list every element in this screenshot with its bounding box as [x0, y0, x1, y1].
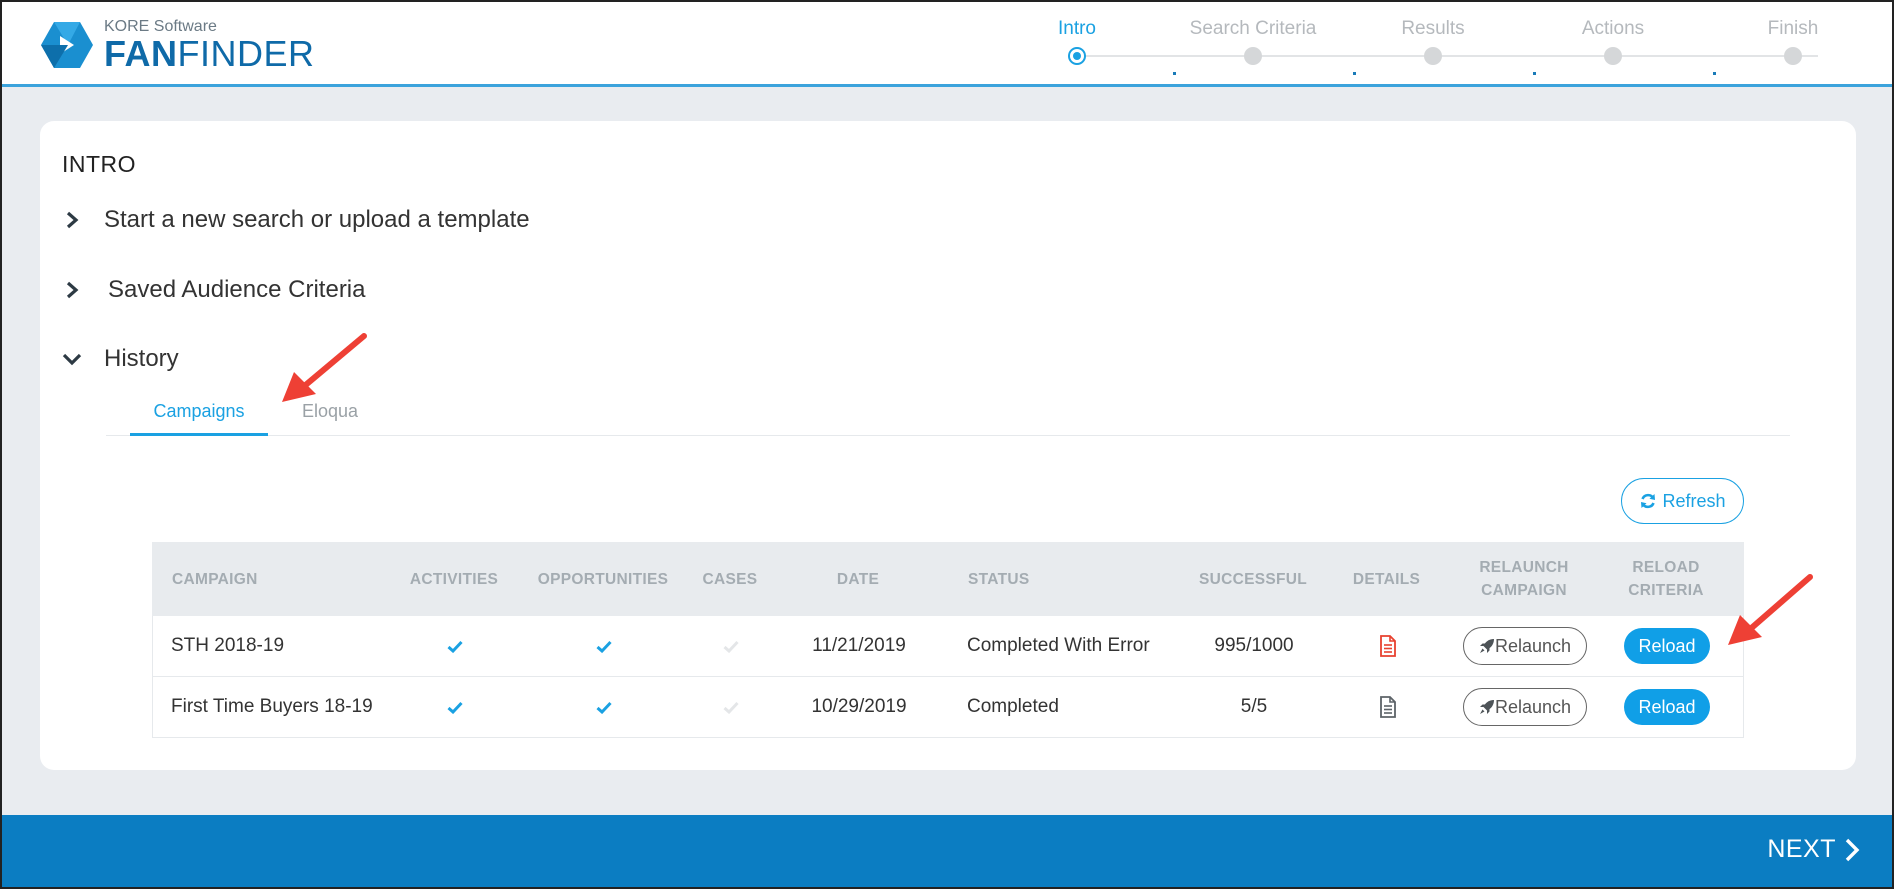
relaunch-cell: Relaunch	[1454, 677, 1596, 737]
step-dot	[1424, 47, 1442, 65]
table-header: CAMPAIGN ACTIVITIES OPPORTUNITIES CASES …	[152, 542, 1744, 616]
relaunch-button[interactable]: Relaunch	[1463, 627, 1587, 665]
step-dot	[1604, 47, 1622, 65]
rocket-icon	[1479, 639, 1494, 653]
step-tick	[1173, 72, 1176, 75]
cases-cell	[693, 616, 769, 676]
accordion-label: Start a new search or upload a template	[104, 206, 530, 233]
step-dot	[1068, 47, 1086, 65]
accordion-label: Saved Audience Criteria	[108, 276, 366, 303]
step-actions[interactable]: Actions	[1523, 18, 1703, 65]
refresh-label: Refresh	[1662, 490, 1726, 511]
campaign-history-table: CAMPAIGN ACTIVITIES OPPORTUNITIES CASES …	[152, 542, 1744, 738]
annotation-arrow-icon	[282, 333, 367, 402]
accordion-saved-criteria[interactable]: Saved Audience Criteria	[62, 276, 365, 304]
column-header: OPPORTUNITIES	[537, 570, 669, 588]
chevron-right-icon	[66, 281, 79, 299]
relaunch-cell: Relaunch	[1454, 616, 1596, 676]
next-button[interactable]: NEXT	[1767, 835, 1860, 864]
relaunch-button[interactable]: Relaunch	[1463, 688, 1587, 726]
relaunch-label: Relaunch	[1494, 696, 1572, 717]
logo-mark-icon	[41, 22, 93, 68]
check-icon	[447, 640, 463, 653]
check-disabled-icon	[723, 701, 739, 714]
refresh-button[interactable]: Refresh	[1621, 478, 1744, 524]
step-tick	[1533, 72, 1536, 75]
successful-cell: 995/1000	[1214, 635, 1294, 656]
column-header: DETAILS	[1352, 570, 1421, 588]
reload-button[interactable]: Reload	[1624, 628, 1710, 664]
wizard-stepper: Intro Search Criteria Results Actions Fi…	[1058, 18, 1860, 78]
intro-card: INTRO Start a new search or upload a tem…	[40, 121, 1856, 770]
check-disabled-icon	[723, 640, 739, 653]
column-header: DATE	[836, 570, 880, 588]
step-tick	[1713, 72, 1716, 75]
details-cell	[1321, 616, 1454, 676]
accordion-label: History	[104, 345, 179, 372]
chevron-right-icon	[1845, 838, 1860, 861]
app-header: KORE Software FANFINDER Intro Search Cri…	[0, 0, 1894, 87]
cases-cell	[693, 677, 769, 737]
table-row: First Time Buyers 18-19 10/29/2019 Compl…	[152, 677, 1744, 738]
document-error-icon[interactable]	[1379, 635, 1397, 657]
step-search-criteria[interactable]: Search Criteria	[1163, 18, 1343, 65]
date-cell: 10/29/2019	[811, 696, 907, 717]
product-name: FANFINDER	[104, 33, 315, 74]
step-intro[interactable]: Intro	[987, 18, 1167, 65]
relaunch-label: Relaunch	[1494, 635, 1572, 656]
reload-cell: Reload	[1596, 616, 1738, 676]
page-title: INTRO	[62, 151, 137, 177]
table-row: STH 2018-19 11/21/2019 Completed With Er…	[152, 616, 1744, 677]
status-cell: Completed	[967, 696, 1059, 717]
next-label: NEXT	[1767, 835, 1836, 863]
activities-cell	[395, 616, 515, 676]
column-header: SUCCESSFUL	[1198, 570, 1308, 588]
column-header: RELAUNCH CAMPAIGN	[1479, 559, 1569, 599]
annotation-arrow-icon	[1728, 574, 1813, 645]
step-tick	[1353, 72, 1356, 75]
step-finish[interactable]: Finish	[1703, 18, 1883, 65]
step-dot	[1784, 47, 1802, 65]
reload-cell: Reload	[1596, 677, 1738, 737]
campaign-name: First Time Buyers 18-19	[171, 696, 373, 717]
accordion-history[interactable]: History	[62, 345, 179, 373]
date-cell: 11/21/2019	[812, 635, 906, 656]
rocket-icon	[1479, 700, 1494, 714]
column-header: STATUS	[968, 570, 1030, 588]
fanfinder-logo: KORE Software FANFINDER	[40, 18, 315, 72]
opportunities-cell	[515, 616, 693, 676]
accordion-new-search[interactable]: Start a new search or upload a template	[62, 206, 530, 234]
opportunities-cell	[515, 677, 693, 737]
chevron-down-icon	[62, 353, 82, 366]
document-icon[interactable]	[1379, 696, 1397, 718]
successful-cell: 5/5	[1240, 696, 1268, 717]
activities-cell	[395, 677, 515, 737]
chevron-right-icon	[66, 211, 79, 229]
check-icon	[596, 701, 612, 714]
details-cell	[1321, 677, 1454, 737]
refresh-icon	[1641, 493, 1656, 509]
wizard-footer: NEXT	[0, 815, 1894, 889]
column-header: ACTIVITIES	[409, 570, 499, 588]
column-header: RELOAD CRITERIA	[1628, 559, 1704, 599]
step-dot	[1244, 47, 1262, 65]
step-results[interactable]: Results	[1343, 18, 1523, 65]
tab-campaigns[interactable]: Campaigns	[130, 389, 268, 436]
reload-button[interactable]: Reload	[1624, 689, 1710, 725]
check-icon	[596, 640, 612, 653]
column-header: CASES	[702, 570, 758, 588]
check-icon	[447, 701, 463, 714]
campaign-name: STH 2018-19	[171, 635, 285, 656]
column-header: CAMPAIGN	[172, 570, 258, 588]
status-cell: Completed With Error	[967, 635, 1150, 656]
